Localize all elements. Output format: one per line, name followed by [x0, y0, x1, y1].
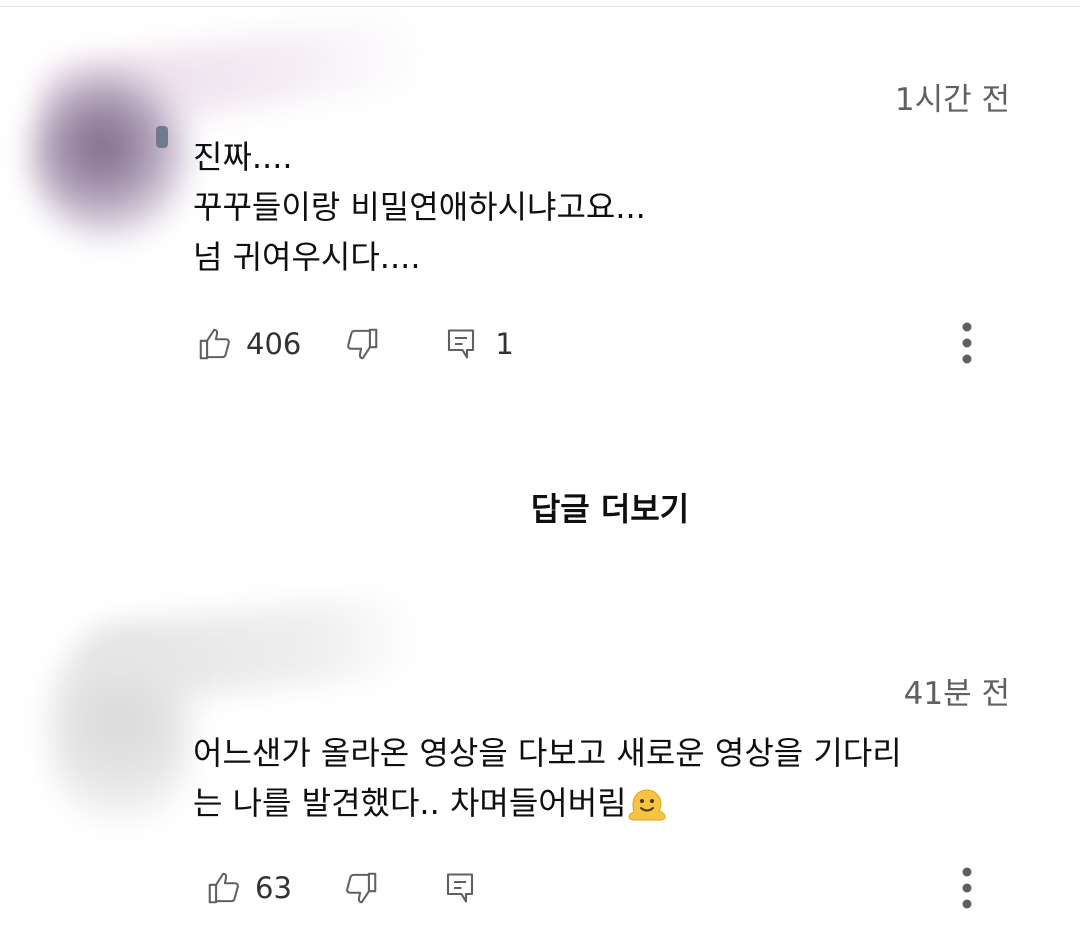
comment-line: 꾸꾸들이랑 비밀연애하시냐고요... — [193, 188, 646, 226]
comment-action-bar: 406 1 — [196, 322, 514, 366]
more-options-button[interactable] — [952, 863, 982, 913]
like-count: 63 — [255, 871, 292, 905]
comment-body: 어느샌가 올라온 영상을 다보고 새로운 영상을 기다리 는 나를 발견했다..… — [193, 728, 902, 828]
reply-button[interactable] — [442, 869, 478, 907]
comment-action-bar: 63 — [205, 866, 478, 910]
top-divider — [0, 6, 1080, 7]
like-button[interactable] — [205, 869, 243, 907]
comment-line-text: 는 나를 발견했다.. 차며들어버림 — [193, 784, 627, 822]
reply-button[interactable] — [443, 325, 479, 363]
thumb-up-icon — [199, 328, 230, 360]
dislike-button[interactable] — [342, 869, 380, 907]
redacted-avatar[interactable] — [50, 640, 190, 820]
comment-line: 진짜.... — [193, 138, 293, 176]
thumb-up-icon — [208, 872, 239, 904]
more-vert-icon — [962, 867, 972, 909]
reply-icon — [448, 329, 475, 359]
more-options-button[interactable] — [952, 318, 982, 368]
avatar-fragment — [156, 126, 168, 148]
comment-body: 진짜.... 꾸꾸들이랑 비밀연애하시냐고요... 넘 귀여우시다.... — [193, 132, 646, 282]
comment-timestamp: 41분 전 — [903, 676, 1010, 712]
redacted-avatar[interactable] — [30, 70, 190, 240]
more-replies-button[interactable]: 답글 더보기 — [0, 484, 1080, 530]
reply-icon — [446, 873, 473, 903]
thumb-down-icon — [347, 328, 378, 360]
more-vert-icon — [962, 322, 972, 364]
comment-line: 는 나를 발견했다.. 차며들어버림 — [193, 778, 902, 828]
comment-timestamp: 1시간 전 — [894, 82, 1010, 118]
melting-face-icon — [628, 789, 666, 821]
dislike-button[interactable] — [343, 325, 381, 363]
like-count: 406 — [246, 327, 302, 361]
like-button[interactable] — [196, 325, 234, 363]
thumb-down-icon — [346, 872, 377, 904]
comment-line: 어느샌가 올라온 영상을 다보고 새로운 영상을 기다리 — [193, 734, 902, 772]
reply-count: 1 — [495, 327, 514, 361]
comment-line: 넘 귀여우시다.... — [193, 238, 421, 276]
